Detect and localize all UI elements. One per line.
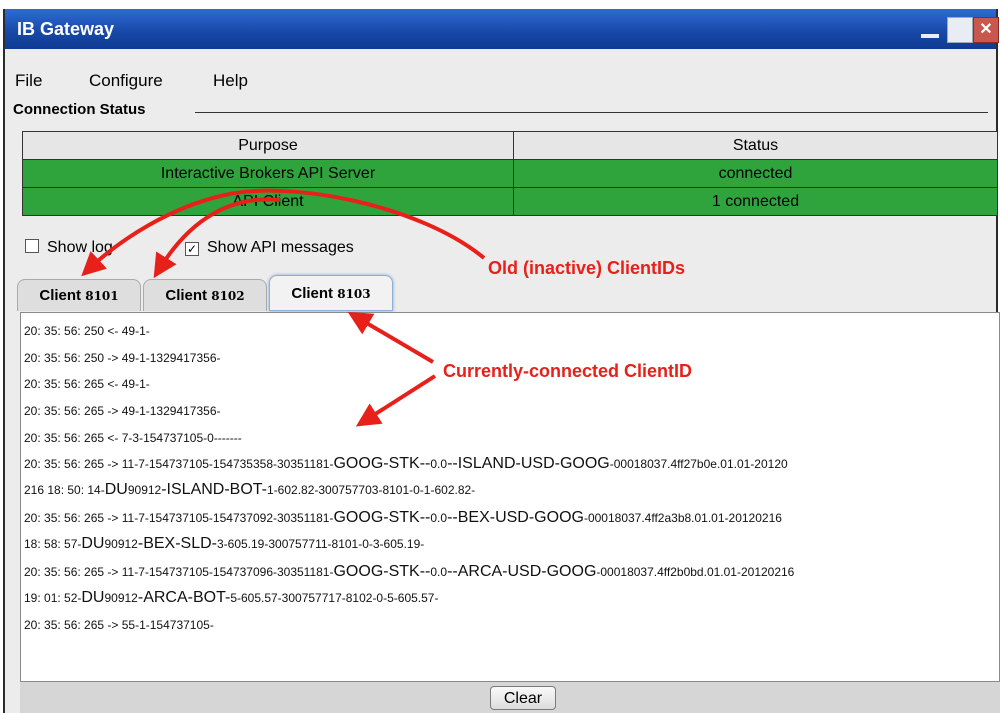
log-text: GOOG-STK-- (333, 509, 431, 526)
tab-label: Client (165, 287, 212, 304)
log-text: --ARCA-USD-GOOG (447, 563, 597, 580)
log-line: 20: 35: 56: 265 <- 49-1- (24, 377, 150, 391)
log-line: 20: 35: 56: 265 -> 49-1-1329417356- (24, 404, 221, 418)
checkbox-checked-icon[interactable]: ✓ (185, 242, 199, 256)
log-text: 216 18: 50: 14- (24, 483, 105, 497)
log-text: --BEX-USD-GOOG (447, 509, 584, 526)
tab-client-id: 8102 (211, 289, 245, 303)
title-bar[interactable]: IB Gateway ✕ (5, 9, 999, 49)
log-text: 20: 35: 56: 265 <- 7-3-154737105-0------… (24, 431, 242, 445)
log-line: 20: 35: 56: 265 -> 11-7-154737105-154737… (24, 563, 794, 581)
bottom-bar: Clear (20, 682, 1000, 713)
log-text: -BEX-SLD- (137, 535, 217, 552)
log-text: 0.0 (430, 511, 448, 525)
annotation-old-clientids: Old (inactive) ClientIDs (488, 258, 686, 278)
log-text: -00018037.4ff27b0e.01.01-20120 (609, 457, 788, 471)
log-text: 90912 (127, 483, 162, 497)
show-log-label: Show log (47, 239, 113, 256)
tab-label: Client (291, 285, 338, 302)
minimize-icon[interactable] (917, 17, 943, 43)
menu-configure[interactable]: Configure (89, 71, 163, 91)
show-api-messages-checkbox[interactable]: ✓ Show API messages (185, 239, 354, 257)
menu-bar: File Configure Help (5, 49, 996, 101)
checkbox-unchecked-icon[interactable] (25, 239, 39, 253)
log-line: 18: 58: 57-DU90912-BEX-SLD-3-605.19-3007… (24, 535, 424, 553)
log-line: 20: 35: 56: 265 <- 7-3-154737105-0------… (24, 431, 242, 445)
tab-label: Client (39, 287, 86, 304)
menu-configure-label: Configure (89, 71, 163, 90)
status-header: Status (513, 131, 998, 160)
window-title: IB Gateway (17, 19, 115, 39)
log-text: 20: 35: 56: 250 <- 49-1- (24, 324, 150, 338)
log-text: -00018037.4ff2a3b8.01.01-20120216 (583, 511, 782, 525)
log-text: DU (81, 535, 105, 552)
tab-client-id: 8101 (85, 289, 119, 303)
log-text: 19: 01: 52- (24, 591, 82, 605)
table-header-row: Purpose Status (22, 131, 998, 160)
log-text: GOOG-STK-- (333, 563, 431, 580)
menu-help[interactable]: Help (213, 71, 248, 91)
log-text: 1-602.82-300757703-8101-0-1-602.82- (267, 483, 476, 497)
log-text: 3-605.19-300757711-8101-0-3-605.19- (216, 537, 425, 551)
log-line: 216 18: 50: 14-DU90912-ISLAND-BOT-1-602.… (24, 481, 475, 499)
log-text: 18: 58: 57- (24, 537, 82, 551)
log-text: 90912 (104, 537, 138, 551)
log-text: GOOG-STK-- (333, 455, 431, 472)
log-text: 5-605.57-300757717-8102-0-5-605.57- (230, 591, 439, 605)
log-text: 20: 35: 56: 265 -> 49-1-1329417356- (24, 404, 221, 418)
log-text: 20: 35: 56: 265 -> 11-7-154737105-154737… (24, 511, 334, 525)
annotation-current-clientid: Currently-connected ClientID (443, 361, 693, 381)
tab-client-8103[interactable]: Client 8103 (269, 275, 393, 311)
log-text: 20: 35: 56: 265 -> 11-7-154737105-154735… (24, 457, 334, 471)
clear-button[interactable]: Clear (490, 686, 556, 710)
log-text: -ARCA-BOT- (137, 589, 231, 606)
purpose-cell: API Client (22, 187, 514, 216)
table-row: Interactive Brokers API Server connected (22, 159, 998, 188)
log-text: 0.0 (430, 565, 448, 579)
log-line: 19: 01: 52-DU90912-ARCA-BOT-5-605.57-300… (24, 589, 438, 607)
log-text: --ISLAND-USD-GOOG (447, 455, 610, 472)
purpose-cell: Interactive Brokers API Server (22, 159, 514, 188)
purpose-header: Purpose (22, 131, 514, 160)
log-text: 20: 35: 56: 265 <- 49-1- (24, 377, 150, 391)
status-cell: connected (513, 159, 998, 188)
log-text: -ISLAND-BOT- (161, 481, 268, 498)
show-log-checkbox[interactable]: Show log (25, 239, 113, 257)
log-text: -00018037.4ff2b0bd.01.01-20120216 (596, 565, 795, 579)
log-text: 20: 35: 56: 265 -> 11-7-154737105-154737… (24, 565, 334, 579)
group-divider (195, 112, 988, 113)
connection-status-table: Purpose Status Interactive Brokers API S… (22, 131, 998, 216)
log-line: 20: 35: 56: 265 -> 55-1-154737105- (24, 618, 214, 632)
tab-client-8102[interactable]: Client 8102 (143, 279, 267, 311)
menu-help-label: Help (213, 71, 248, 90)
tab-client-8101[interactable]: Client 8101 (17, 279, 141, 311)
close-icon[interactable]: ✕ (973, 17, 999, 43)
connection-status-group: Connection Status (5, 101, 996, 121)
log-line: 20: 35: 56: 265 -> 11-7-154737105-154735… (24, 455, 788, 473)
log-text: DU (81, 589, 105, 606)
log-text: 20: 35: 56: 265 -> 55-1-154737105- (24, 618, 214, 632)
log-line: 20: 35: 56: 265 -> 11-7-154737105-154737… (24, 509, 782, 527)
log-text: DU (104, 481, 128, 498)
menu-file[interactable]: File (15, 71, 42, 91)
connection-status-label: Connection Status (13, 101, 152, 118)
tab-client-id: 8103 (337, 287, 371, 301)
maximize-icon[interactable] (947, 17, 973, 43)
log-line: 20: 35: 56: 250 <- 49-1- (24, 324, 150, 338)
log-line: 20: 35: 56: 250 -> 49-1-1329417356- (24, 351, 221, 365)
log-text: 90912 (104, 591, 138, 605)
log-text: 0.0 (430, 457, 448, 471)
show-api-messages-label: Show API messages (207, 239, 354, 256)
log-text: 20: 35: 56: 250 -> 49-1-1329417356- (24, 351, 221, 365)
table-row: API Client 1 connected (22, 187, 998, 216)
status-cell: 1 connected (513, 187, 998, 216)
menu-file-label: File (15, 71, 43, 90)
